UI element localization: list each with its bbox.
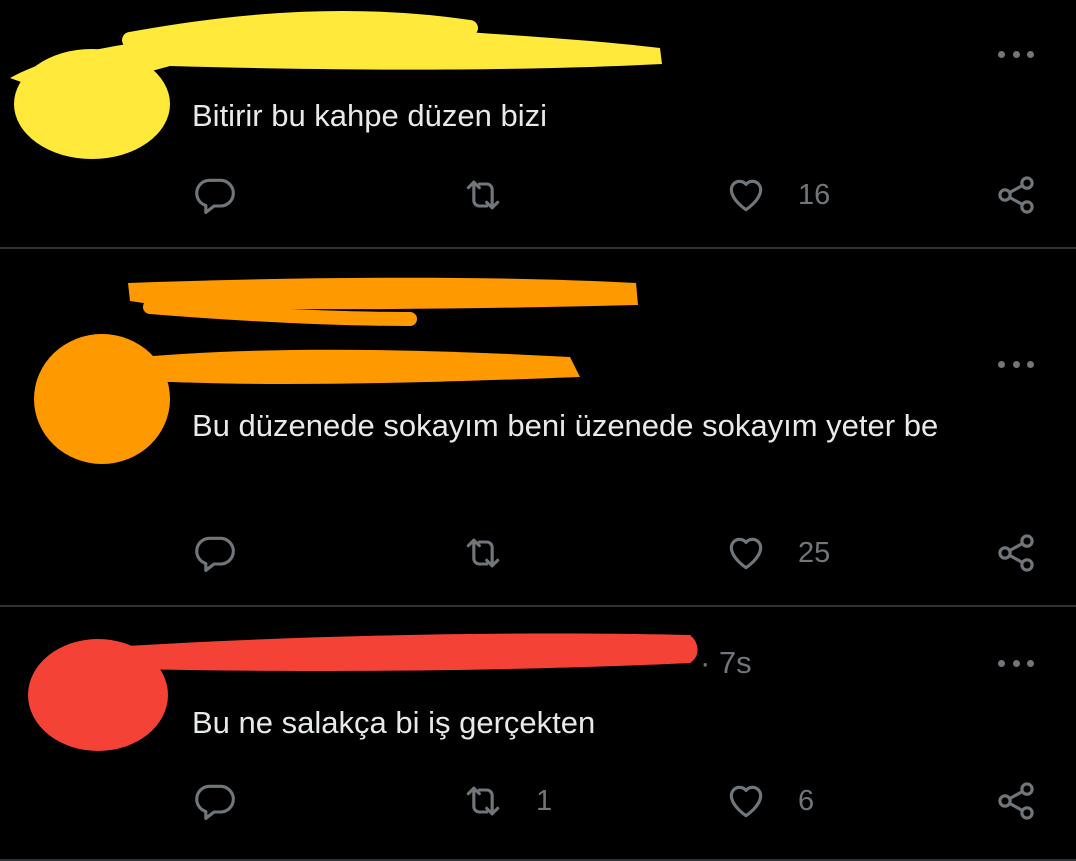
tweet-1-actions: 16 (0, 170, 1076, 220)
tweet-1-like-count: 16 (798, 178, 831, 211)
share-icon (998, 176, 1034, 214)
heart-icon (729, 537, 763, 570)
tweet-1-share-button[interactable] (994, 170, 1038, 220)
tweet-3-like-button[interactable]: 6 (724, 776, 814, 826)
tweet-2-like-button[interactable]: 25 (724, 528, 830, 578)
tweet-2-share-button[interactable] (994, 528, 1038, 578)
tweet-3-retweet-count: 1 (536, 784, 553, 817)
tweet-2-reply-button[interactable] (193, 528, 237, 578)
tweet-1-text: Bitirir bu kahpe düzen bizi (192, 98, 547, 133)
heart-icon (729, 785, 763, 818)
tweet-2-like-count: 25 (798, 536, 831, 569)
tweet-2-more-button[interactable] (998, 355, 1038, 375)
tweet-1-reply-button[interactable] (193, 170, 237, 220)
more-horizontal-icon (998, 660, 1034, 667)
tweet-1[interactable]: Bitirir bu kahpe düzen bizi 16 (0, 0, 1076, 249)
tweet-2-text: Bu düzenede sokayım beni üzenede sokayım… (192, 408, 939, 443)
tweet-3[interactable]: · 7s Bu ne salakça bi iş gerçekten 1 6 (0, 607, 1076, 861)
tweet-1-like-button[interactable]: 16 (724, 170, 830, 220)
tweet-3-text: Bu ne salakça bi iş gerçekten (192, 705, 596, 740)
tweet-3-retweet-button[interactable]: 1 (460, 776, 552, 826)
retweet-icon (466, 786, 500, 816)
tweet-3-timestamp[interactable]: · 7s (700, 643, 752, 683)
heart-icon (729, 179, 763, 212)
retweet-icon (466, 538, 500, 568)
more-horizontal-icon (998, 361, 1034, 368)
reply-icon (195, 536, 235, 572)
reply-icon (195, 178, 235, 214)
retweet-icon (466, 180, 500, 210)
tweet-3-more-button[interactable] (998, 654, 1038, 674)
tweet-2[interactable]: Bu düzenede sokayım beni üzenede sokayım… (0, 249, 1076, 607)
tweet-3-share-button[interactable] (994, 776, 1038, 826)
share-icon (998, 782, 1034, 820)
tweet-2-retweet-button[interactable] (460, 528, 506, 578)
tweet-1-more-button[interactable] (998, 45, 1038, 65)
share-icon (998, 534, 1034, 572)
more-horizontal-icon (998, 51, 1034, 58)
tweet-3-like-count: 6 (798, 784, 815, 817)
tweet-2-actions: 25 (0, 528, 1076, 578)
reply-icon (195, 784, 235, 820)
tweet-3-reply-button[interactable] (193, 776, 237, 826)
tweet-3-actions: 1 6 (0, 776, 1076, 826)
tweet-feed: Bitirir bu kahpe düzen bizi 16 Bu düzene… (0, 0, 1076, 861)
tweet-1-retweet-button[interactable] (460, 170, 506, 220)
